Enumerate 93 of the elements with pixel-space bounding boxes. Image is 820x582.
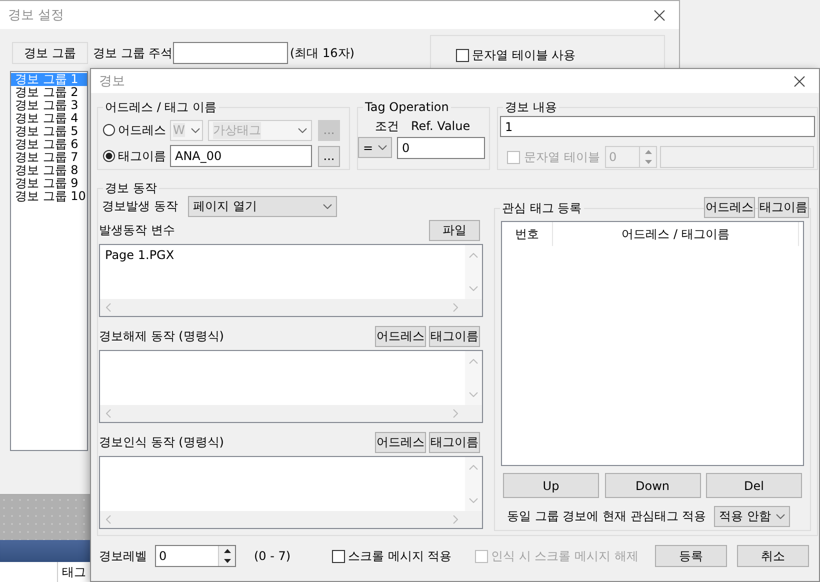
chevron-down-icon <box>378 145 387 150</box>
vertical-scrollbar[interactable] <box>465 245 482 299</box>
dialog-button[interactable]: 취소 <box>737 545 809 567</box>
scroll-up-icon[interactable] <box>469 359 478 364</box>
vertical-scrollbar[interactable] <box>465 351 482 405</box>
list-action-button[interactable]: Del <box>706 473 802 498</box>
checkbox-label: 문자열 테이블 사용 <box>472 47 576 64</box>
scroll-left-icon[interactable] <box>106 515 111 524</box>
browse-button[interactable]: ... <box>318 146 340 166</box>
group-title: 관심 태그 등록 <box>500 200 584 216</box>
tab[interactable]: 경보 그룹 <box>12 42 88 64</box>
scroll-up-icon[interactable] <box>469 465 478 470</box>
column-header[interactable]: 어드레스 / 태그이름 <box>553 222 799 246</box>
checkbox-label: 인식 시 스크롤 메시지 해제 <box>491 548 638 564</box>
window-title: 경보 <box>99 73 125 90</box>
list-item[interactable]: 경보 그룹 4 <box>11 112 87 125</box>
range-text: (0 - 7) <box>254 549 292 563</box>
field-label: 경보 그룹 주석 <box>93 45 173 62</box>
chevron-down-icon <box>776 514 785 518</box>
scroll-up-icon[interactable] <box>469 253 478 258</box>
add-tag-button[interactable]: 어드레스 <box>704 197 755 218</box>
field-label: 동일 그룹 경보에 현재 관심태그 적용 <box>507 508 706 524</box>
insert-button[interactable]: 어드레스 <box>375 326 426 347</box>
checkbox-label: 문자열 테이블 <box>524 148 600 166</box>
dialog-button[interactable]: 등록 <box>655 545 727 567</box>
spin-down-icon[interactable] <box>224 559 230 563</box>
insert-button[interactable]: 파일 <box>429 220 480 241</box>
scroll-right-icon[interactable] <box>453 515 458 524</box>
horizontal-scrollbar[interactable] <box>100 405 482 422</box>
list-item[interactable]: 경보 그룹 3 <box>11 99 87 112</box>
radio-label: 태그이름 <box>118 148 166 164</box>
field-label: 경보발생 동작 <box>101 198 179 214</box>
chevron-down-icon <box>323 204 332 208</box>
spin-up-icon[interactable] <box>224 549 230 553</box>
field-label: 조건 <box>375 118 400 134</box>
hint-text: (최대 16자) <box>290 45 354 62</box>
chevron-down-icon <box>298 128 307 132</box>
field-label: 경보레벨 <box>98 548 148 564</box>
horizontal-scrollbar[interactable] <box>100 299 482 316</box>
scroll-right-icon[interactable] <box>453 409 458 418</box>
insert-button[interactable]: 태그이름 <box>429 326 480 347</box>
checkbox[interactable] <box>456 49 469 62</box>
list-item[interactable]: 경보 그룹 6 <box>11 138 87 151</box>
close-icon[interactable] <box>654 10 665 20</box>
scroll-down-icon[interactable] <box>469 286 478 291</box>
text-area-content: Page 1.PGX <box>105 248 174 262</box>
list-item[interactable]: 경보 그룹 10 <box>11 190 87 203</box>
add-tag-button[interactable]: 태그이름 <box>758 197 809 218</box>
list-item[interactable]: 경보 그룹 9 <box>11 177 87 190</box>
close-icon[interactable] <box>794 76 805 86</box>
checkbox[interactable] <box>332 550 345 562</box>
string-field[interactable] <box>660 146 814 168</box>
field-label: 발생동작 변수 <box>99 222 175 239</box>
window-title: 경보 설정 <box>8 7 64 24</box>
alarm-text-field[interactable]: 1 <box>500 116 815 137</box>
apply-dropdown[interactable]: 적용 안함 <box>714 506 790 526</box>
field-label: Ref. Value <box>411 119 470 133</box>
ref-value-field[interactable]: 0 <box>397 137 485 159</box>
text-area[interactable]: Page 1.PGX <box>99 244 483 317</box>
list-item[interactable]: 경보 그룹 5 <box>11 125 87 138</box>
action-dropdown[interactable]: 페이지 열기 <box>188 196 337 216</box>
vertical-scrollbar[interactable] <box>465 457 482 511</box>
list-item[interactable]: 경보 그룹 8 <box>11 164 87 177</box>
field-label: 경보인식 동작 (명령식) <box>99 434 224 451</box>
text-area[interactable] <box>99 350 483 423</box>
scroll-left-icon[interactable] <box>106 409 111 418</box>
checkbox-label: 스크롤 메시지 적용 <box>348 548 452 564</box>
scroll-down-icon[interactable] <box>469 392 478 397</box>
group-title: Tag Operation <box>363 99 451 115</box>
group-title: 경보 내용 <box>503 99 559 115</box>
number-spinner[interactable]: 0 <box>155 545 236 567</box>
scroll-left-icon[interactable] <box>106 303 111 312</box>
horizontal-scrollbar[interactable] <box>100 511 482 528</box>
input-field[interactable] <box>173 42 288 64</box>
group-title: 경보 동작 <box>103 180 159 196</box>
list-action-button[interactable]: Down <box>604 473 700 498</box>
tag-name-field[interactable]: ANA_00 <box>170 145 312 167</box>
scroll-down-icon[interactable] <box>469 498 478 503</box>
text-area[interactable] <box>99 456 483 529</box>
list-action-button[interactable]: Up <box>503 473 599 498</box>
operator-dropdown[interactable]: = <box>358 137 392 158</box>
group-title: 어드레스 / 태그 이름 <box>103 99 218 115</box>
insert-button[interactable]: 태그이름 <box>429 432 480 453</box>
insert-button[interactable]: 어드레스 <box>375 432 426 453</box>
radio-label: 어드레스 <box>118 122 166 138</box>
field-label: 경보해제 동작 (명령식) <box>99 328 224 345</box>
chevron-down-icon <box>191 128 200 132</box>
column-header[interactable]: 번호 <box>502 222 553 246</box>
radio-button[interactable] <box>103 150 115 162</box>
scroll-right-icon[interactable] <box>453 303 458 312</box>
list-item[interactable]: 경보 그룹 7 <box>11 151 87 164</box>
list-item[interactable]: 경보 그룹 2 <box>11 86 87 99</box>
column-header: 태그 <box>62 564 86 580</box>
